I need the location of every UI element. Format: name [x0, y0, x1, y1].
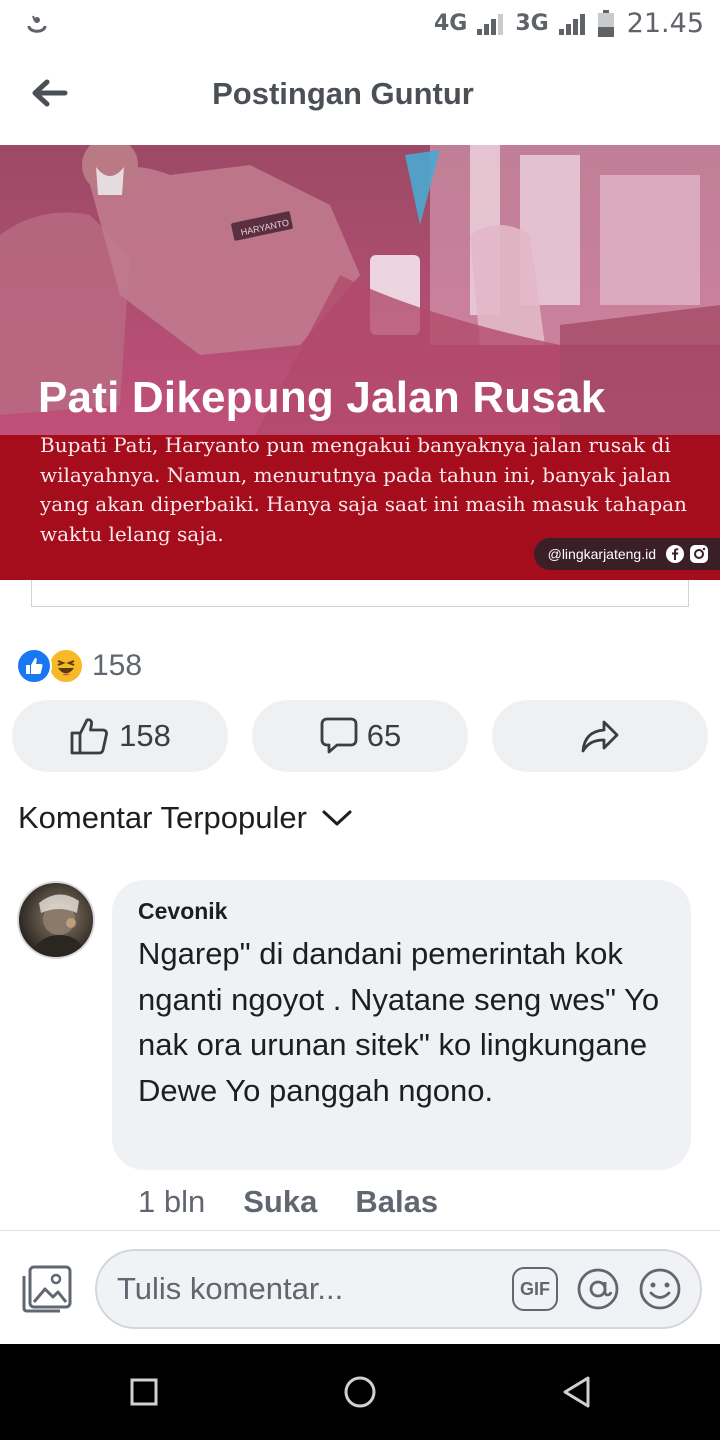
gif-button[interactable]: GIF [512, 1267, 558, 1311]
share-button[interactable] [492, 700, 708, 772]
like-button[interactable]: 158 [12, 700, 228, 772]
smiley-icon [639, 1268, 681, 1310]
comment-bubble[interactable]: Cevonik Ngarep" di dandani pemerintah ko… [112, 880, 691, 1170]
watermark: @lingkarjateng.id [533, 538, 720, 570]
comment-reply-button[interactable]: Balas [355, 1184, 438, 1220]
square-icon [130, 1378, 158, 1406]
battery-icon [597, 9, 615, 38]
reactions-summary[interactable]: 158 [16, 646, 142, 686]
comment-count: 65 [366, 718, 402, 753]
notification-icon [24, 12, 50, 38]
signal-icon [475, 11, 507, 37]
page-title: Postingan Guntur [212, 76, 474, 111]
comment-input[interactable] [117, 1251, 497, 1327]
signal-icon [557, 11, 589, 37]
haha-reaction-icon [48, 648, 84, 684]
status-icons: 4G 3G 21.45 [434, 8, 704, 39]
comment-text: Ngarep" di dandani pemerintah kok nganti… [138, 936, 660, 1108]
comment-author[interactable]: Cevonik [138, 898, 665, 925]
avatar[interactable] [17, 881, 95, 959]
mention-button[interactable] [576, 1267, 620, 1311]
comment-time: 1 bln [138, 1184, 206, 1219]
post-caption: Bupati Pati, Haryanto pun mengakui banya… [40, 433, 687, 546]
reaction-count: 158 [92, 649, 143, 682]
network-type-2: 3G [515, 11, 549, 36]
avatar-image [29, 894, 87, 957]
comment-bubble-icon [320, 717, 358, 754]
photo-button[interactable] [20, 1264, 74, 1314]
post-headline: Pati Dikepung Jalan Rusak [38, 373, 606, 422]
facebook-icon [666, 545, 684, 563]
like-reaction-icon [16, 648, 52, 684]
instagram-icon [690, 545, 708, 563]
comment-meta: 1 bln Suka Balas [138, 1184, 438, 1220]
navigation-bar [0, 1344, 720, 1440]
at-sign-icon [577, 1268, 619, 1310]
composer-icons: GIF [512, 1267, 682, 1311]
back-nav-button[interactable] [558, 1374, 594, 1410]
comment-composer: GIF [0, 1230, 720, 1344]
comment-button[interactable]: 65 [252, 700, 468, 772]
comment-sort-dropdown[interactable]: Komentar Terpopuler [18, 800, 353, 836]
clock: 21.45 [626, 8, 704, 39]
comment-input-container[interactable]: GIF [95, 1249, 702, 1329]
image-icon [22, 1265, 72, 1313]
chevron-down-icon [322, 810, 352, 826]
watermark-text: @lingkarjateng.id [547, 546, 656, 562]
comment-sort-label: Komentar Terpopuler [18, 800, 307, 835]
like-count: 158 [119, 718, 171, 753]
app-header: Postingan Guntur [0, 52, 720, 144]
link-card[interactable] [31, 580, 689, 607]
thumbs-up-icon [70, 718, 109, 755]
share-icon [581, 720, 619, 753]
emoji-button[interactable] [638, 1267, 682, 1311]
post-image[interactable]: HARYANTO Pati Dikepung Jalan Rusak Bupat… [0, 145, 720, 580]
recents-button[interactable] [126, 1374, 162, 1410]
circle-icon [344, 1376, 376, 1408]
home-button[interactable] [342, 1374, 378, 1410]
network-type-1: 4G [433, 11, 468, 36]
comment-like-button[interactable]: Suka [243, 1184, 317, 1220]
status-bar: 4G 3G 21.45 [0, 0, 720, 52]
triangle-back-icon [563, 1376, 590, 1408]
post-actions: 158 65 [12, 700, 708, 772]
